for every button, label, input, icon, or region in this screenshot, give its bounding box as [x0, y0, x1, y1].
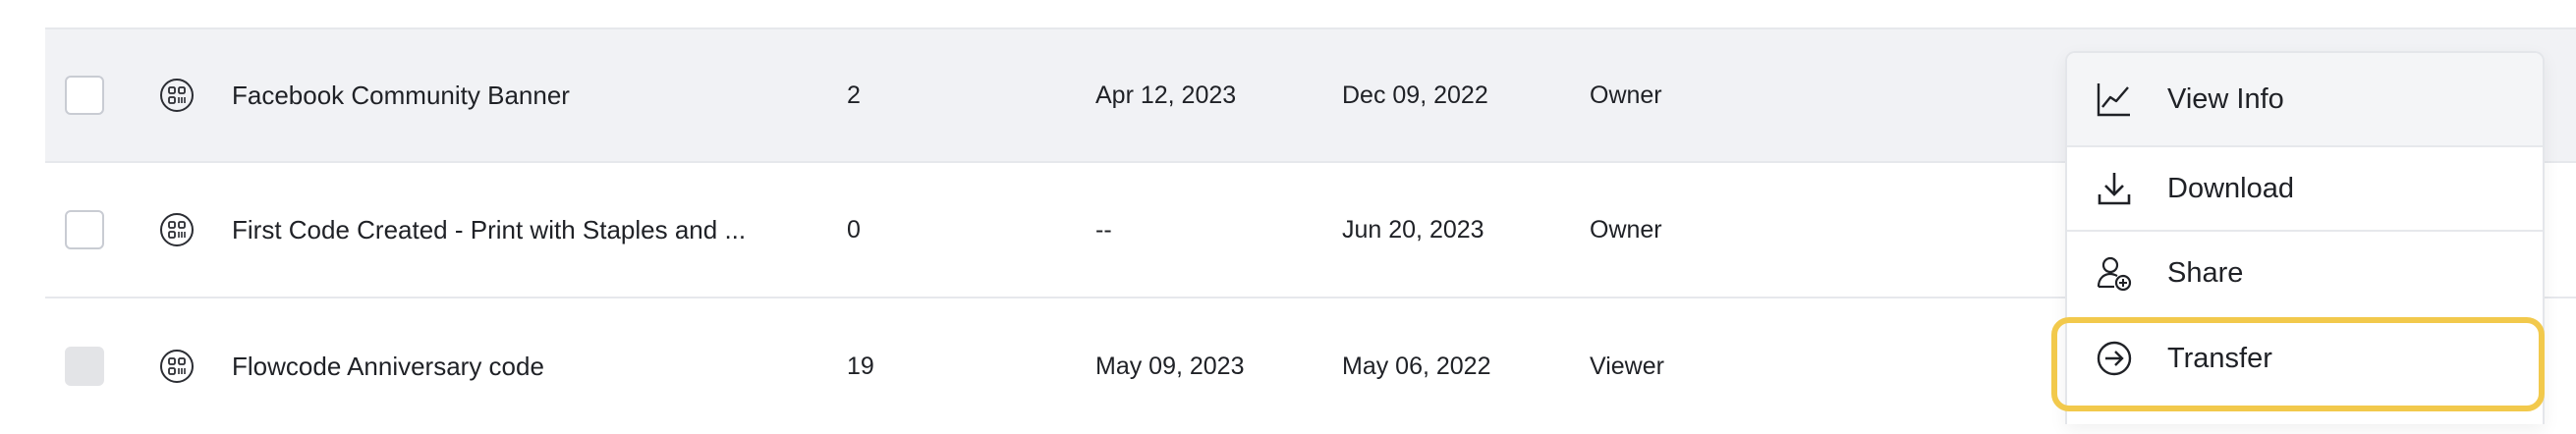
scan-count: 2	[847, 81, 861, 109]
qr-code-icon	[160, 213, 194, 246]
row-checkbox[interactable]	[65, 76, 104, 115]
qr-code-icon	[160, 350, 194, 383]
last-scan-date: --	[1095, 215, 1112, 244]
code-name[interactable]: First Code Created - Print with Staples …	[232, 163, 802, 297]
view-info-label: View Info	[2167, 82, 2284, 115]
created-date: May 06, 2022	[1342, 352, 1491, 380]
role: Owner	[1590, 215, 1662, 244]
last-scan-date: Apr 12, 2023	[1095, 81, 1237, 109]
role: Owner	[1590, 81, 1662, 109]
row-actions-menu: View Info Download Share Transfer	[2065, 51, 2545, 424]
view-info-menu-item[interactable]: View Info	[2067, 53, 2543, 147]
share-menu-item[interactable]: Share	[2067, 232, 2543, 314]
qr-code-icon	[160, 79, 194, 112]
created-date: Jun 20, 2023	[1342, 215, 1484, 244]
row-checkbox[interactable]	[65, 210, 104, 249]
role: Viewer	[1590, 352, 1664, 380]
code-name[interactable]: Flowcode Anniversary code	[232, 298, 802, 434]
download-label: Download	[2167, 172, 2294, 204]
transfer-menu-item[interactable]: Transfer	[2067, 316, 2543, 401]
row-checkbox-disabled	[65, 347, 104, 386]
line-chart-icon	[2097, 83, 2130, 117]
download-menu-item[interactable]: Download	[2067, 147, 2543, 232]
scan-count: 19	[847, 352, 874, 380]
transfer-label: Transfer	[2167, 342, 2272, 374]
scan-count: 0	[847, 215, 861, 244]
download-icon	[2098, 173, 2131, 205]
last-scan-date: May 09, 2023	[1095, 352, 1245, 380]
arrow-circle-right-icon	[2097, 341, 2132, 376]
code-name[interactable]: Facebook Community Banner	[232, 29, 802, 161]
share-label: Share	[2167, 256, 2244, 289]
created-date: Dec 09, 2022	[1342, 81, 1488, 109]
add-user-icon	[2097, 256, 2132, 292]
